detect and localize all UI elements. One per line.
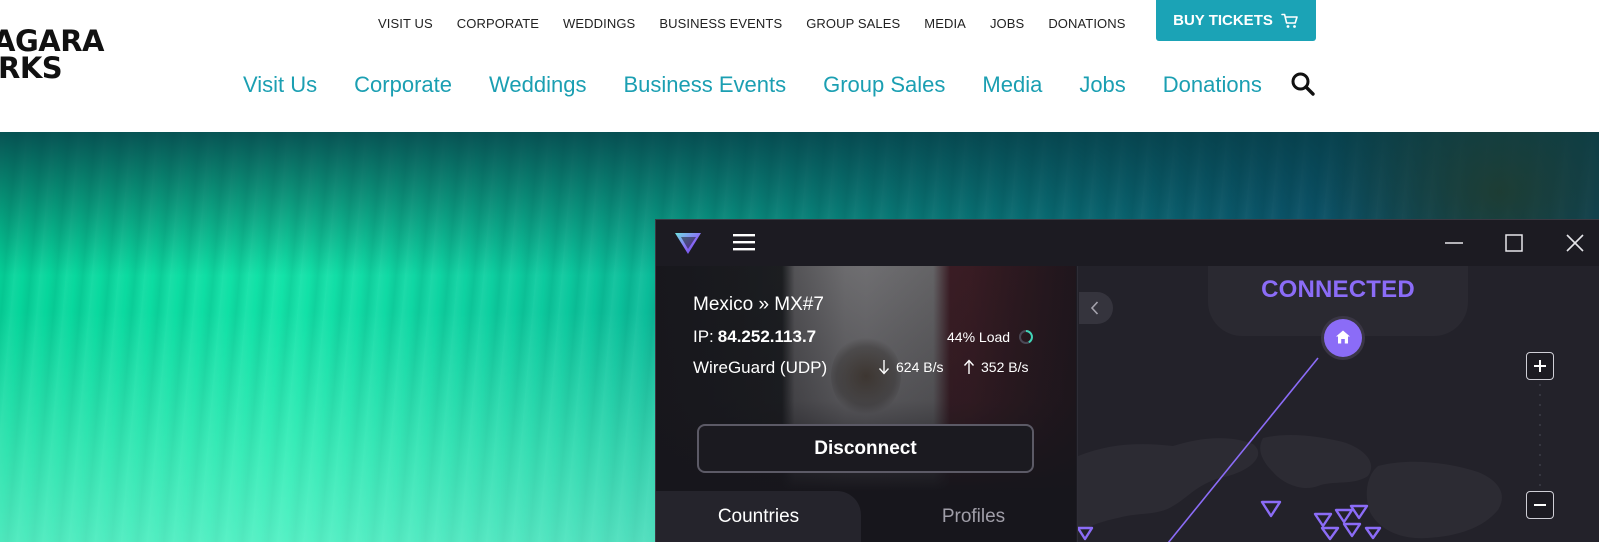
upload-speed: 352 B/s bbox=[963, 359, 1028, 375]
hamburger-menu-icon[interactable] bbox=[733, 232, 755, 252]
site-logo[interactable]: AGARA RKS bbox=[0, 27, 104, 85]
load-ring-icon bbox=[1019, 330, 1034, 344]
minus-icon bbox=[1534, 504, 1546, 506]
collapse-panel-button[interactable] bbox=[1079, 292, 1113, 324]
buy-tickets-button[interactable]: BUY TICKETS bbox=[1156, 0, 1316, 41]
buy-tickets-label: BUY TICKETS bbox=[1173, 12, 1273, 29]
vpn-window: Mexico » MX#7 IP: 84.252.113.7 44% Load … bbox=[655, 219, 1599, 542]
ip-row: IP: 84.252.113.7 bbox=[693, 327, 816, 347]
tab-countries[interactable]: Countries bbox=[656, 491, 861, 542]
top-nav-business-events[interactable]: BUSINESS EVENTS bbox=[659, 16, 782, 31]
top-nav-donations[interactable]: DONATIONS bbox=[1048, 16, 1125, 31]
top-nav-jobs[interactable]: JOBS bbox=[990, 16, 1024, 31]
plus-icon bbox=[1534, 360, 1546, 372]
protocol-label: WireGuard (UDP) bbox=[693, 358, 828, 377]
maximize-icon[interactable] bbox=[1503, 232, 1525, 254]
main-nav-weddings[interactable]: Weddings bbox=[489, 72, 586, 98]
search-icon[interactable] bbox=[1290, 71, 1316, 97]
top-nav-visit-us[interactable]: VISIT US bbox=[378, 16, 433, 31]
main-nav-media[interactable]: Media bbox=[982, 72, 1042, 98]
ip-label: IP: bbox=[693, 327, 714, 346]
home-icon bbox=[1336, 330, 1350, 344]
cart-icon bbox=[1281, 13, 1298, 28]
load-label: 44% Load bbox=[947, 329, 1011, 345]
home-pin-inner bbox=[1324, 319, 1362, 357]
server-name: Mexico » MX#7 bbox=[693, 294, 824, 315]
site-header: AGARA RKS VISIT US CORPORATE WEDDINGS BU… bbox=[0, 0, 1599, 132]
minimize-icon[interactable] bbox=[1443, 232, 1465, 254]
main-nav-jobs[interactable]: Jobs bbox=[1079, 72, 1125, 98]
download-speed-value: 624 B/s bbox=[896, 359, 944, 375]
main-nav-business-events[interactable]: Business Events bbox=[623, 72, 786, 98]
main-nav-donations[interactable]: Donations bbox=[1163, 72, 1262, 98]
zoom-in-button[interactable] bbox=[1526, 352, 1554, 380]
tab-profiles[interactable]: Profiles bbox=[871, 491, 1076, 542]
download-speed: 624 B/s bbox=[878, 359, 943, 375]
close-icon[interactable] bbox=[1564, 232, 1586, 254]
main-nav: Visit Us Corporate Weddings Business Eve… bbox=[243, 70, 1299, 100]
arrow-down-icon bbox=[878, 360, 890, 375]
vpn-titlebar[interactable] bbox=[656, 220, 1599, 266]
map-panel: CONNECTED bbox=[1077, 266, 1599, 542]
main-nav-group-sales[interactable]: Group Sales bbox=[823, 72, 945, 98]
main-nav-corporate[interactable]: Corporate bbox=[354, 72, 452, 98]
chevron-left-icon bbox=[1090, 301, 1099, 315]
top-nav-corporate[interactable]: CORPORATE bbox=[457, 16, 539, 31]
top-nav-group-sales[interactable]: GROUP SALES bbox=[806, 16, 900, 31]
top-nav-weddings[interactable]: WEDDINGS bbox=[563, 16, 635, 31]
server-tabs: Countries Profiles bbox=[656, 491, 1076, 542]
connection-panel: Mexico » MX#7 IP: 84.252.113.7 44% Load … bbox=[656, 266, 1076, 542]
top-nav: VISIT US CORPORATE WEDDINGS BUSINESS EVE… bbox=[378, 13, 1150, 33]
connection-status: CONNECTED bbox=[1261, 276, 1415, 303]
home-location-pin[interactable] bbox=[1321, 316, 1365, 360]
logo-line-2: RKS bbox=[0, 51, 63, 85]
main-nav-visit-us[interactable]: Visit Us bbox=[243, 72, 317, 98]
server-load: 44% Load bbox=[947, 329, 1034, 345]
zoom-out-button[interactable] bbox=[1526, 491, 1554, 519]
top-nav-media[interactable]: MEDIA bbox=[924, 16, 966, 31]
disconnect-button[interactable]: Disconnect bbox=[697, 424, 1034, 473]
ip-value: 84.252.113.7 bbox=[717, 327, 817, 346]
arrow-up-icon bbox=[963, 359, 975, 374]
vpn-logo-icon bbox=[675, 233, 701, 254]
upload-speed-value: 352 B/s bbox=[981, 359, 1029, 375]
